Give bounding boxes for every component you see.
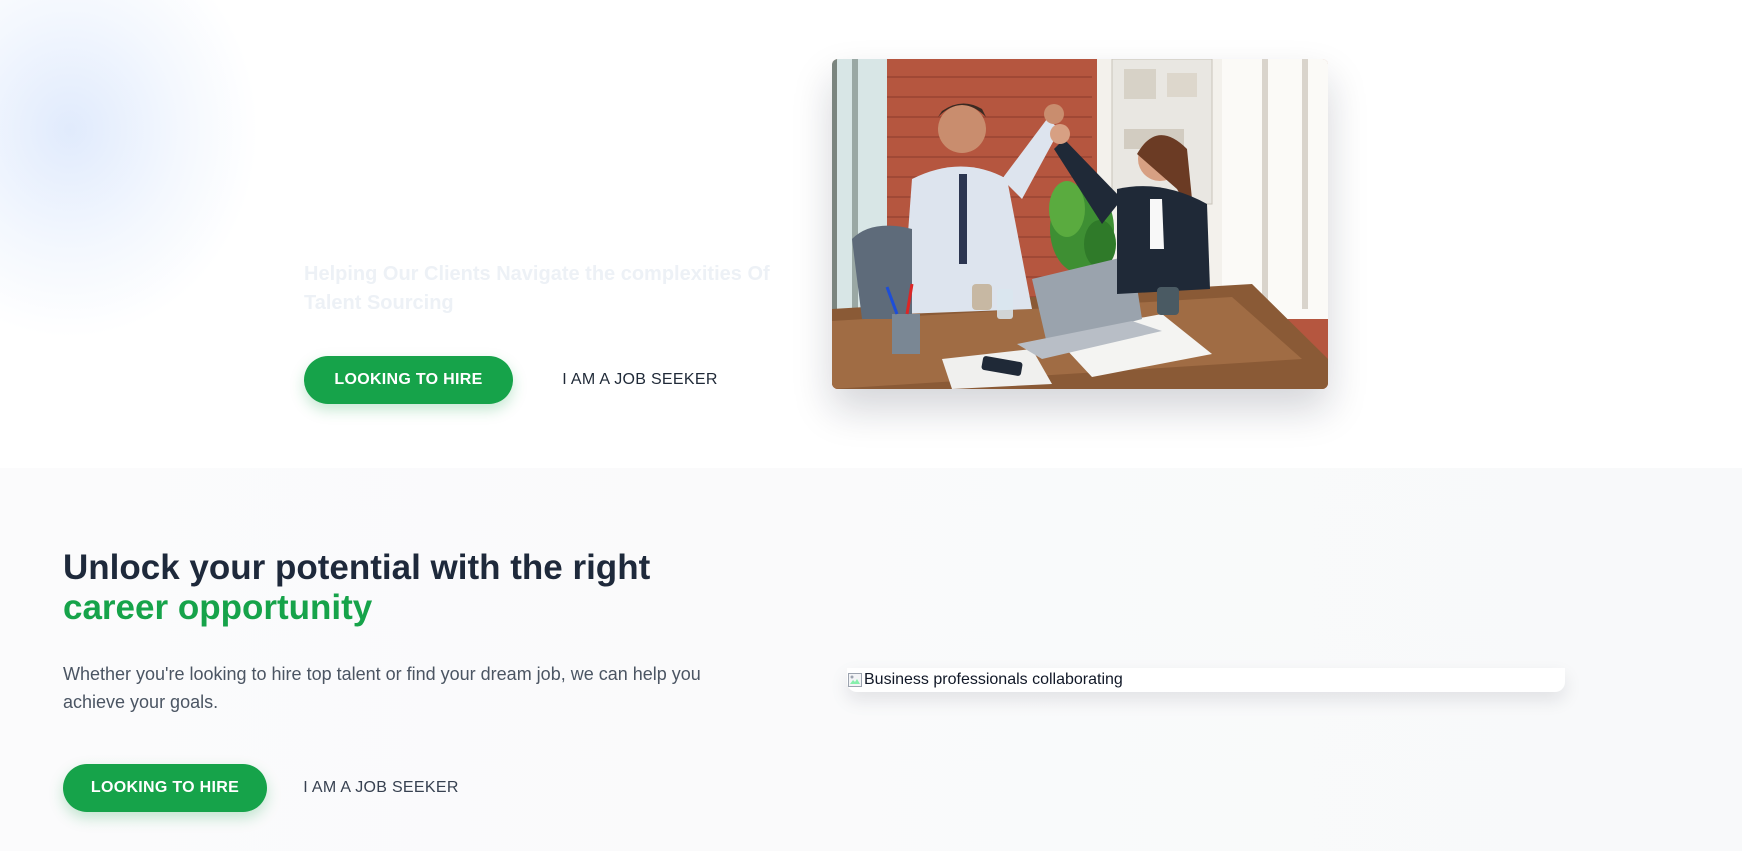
office-high-five-photo xyxy=(832,59,1328,389)
hero-job-seeker-button[interactable]: I AM A JOB SEEKER xyxy=(548,356,732,404)
section-heading-line1: Unlock your potential with the right xyxy=(63,548,651,587)
hero-section: Helping Our Clients Navigate the complex… xyxy=(0,0,1742,468)
broken-image: Business professionals collaborating xyxy=(847,668,1565,692)
section-description: Whether you're looking to hire top talen… xyxy=(63,664,701,712)
broken-image-icon xyxy=(847,672,863,688)
section-looking-to-hire-button[interactable]: LOOKING TO HIRE xyxy=(63,764,267,812)
section-heading-accent: career opportunity xyxy=(63,588,373,627)
broken-image-alt-text: Business professionals collaborating xyxy=(864,671,1123,688)
hero-background-glow xyxy=(0,0,260,340)
section-job-seeker-button[interactable]: I AM A JOB SEEKER xyxy=(300,764,462,812)
hero-looking-to-hire-button[interactable]: LOOKING TO HIRE xyxy=(304,356,513,404)
hero-subtitle: Helping Our Clients Navigate the complex… xyxy=(304,263,770,314)
section-heading: Unlock your potential with the right car… xyxy=(63,548,783,628)
